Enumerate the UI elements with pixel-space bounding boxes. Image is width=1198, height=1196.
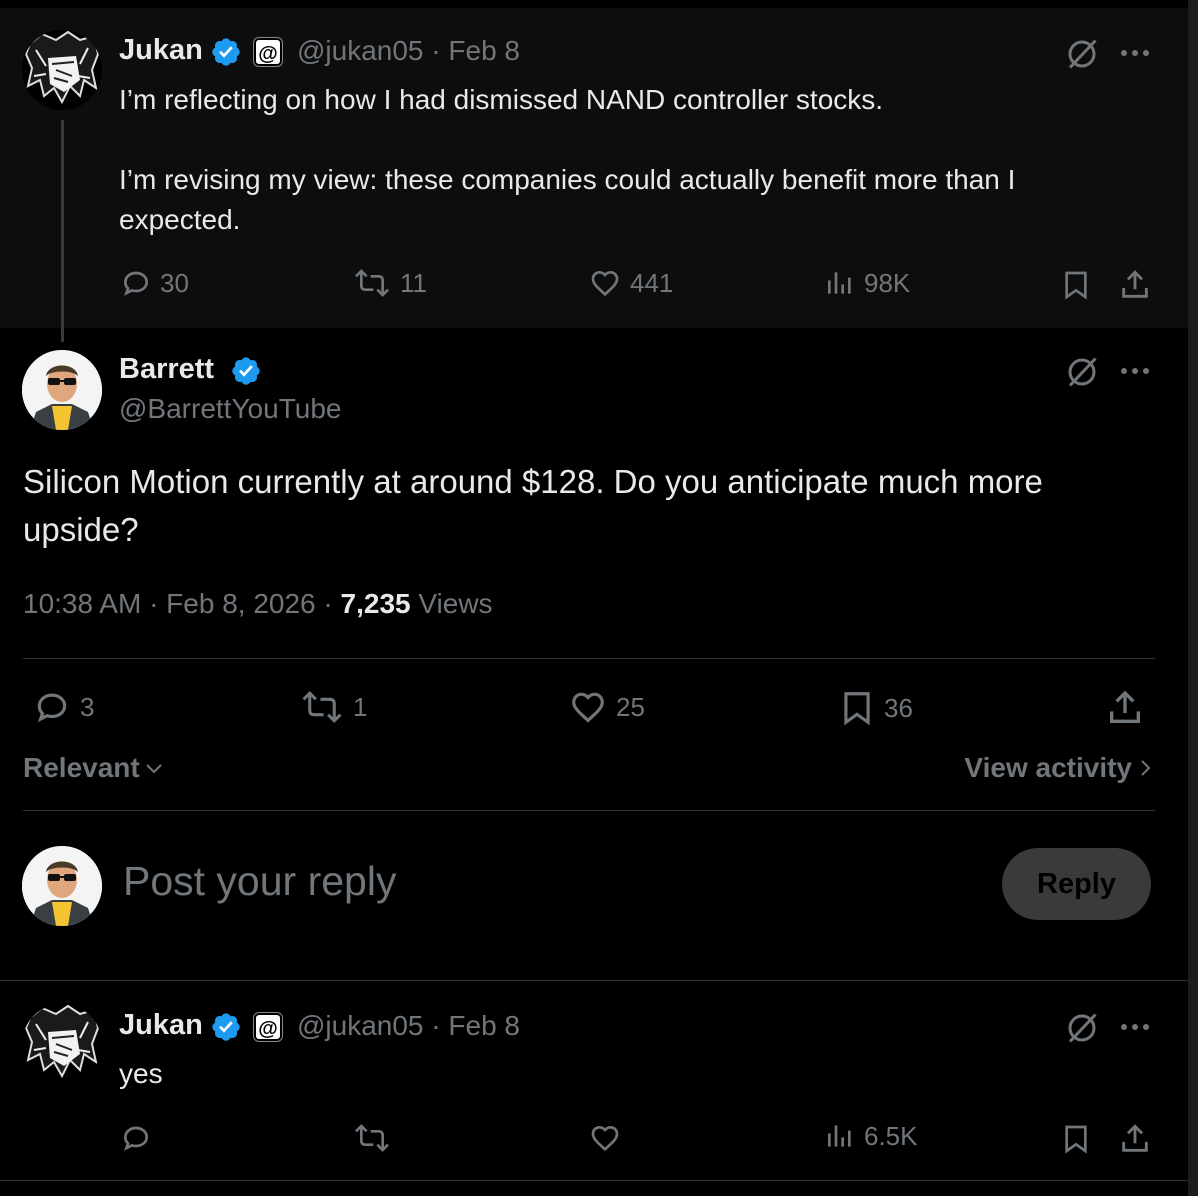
handle[interactable]: @BarrettYouTube [119,393,341,425]
views-icon [828,272,851,294]
tweet-metadata: 10:38 AM · Feb 8, 2026 · 7,235 Views [23,588,493,620]
scrollbar-track[interactable] [1188,0,1198,1196]
divider [23,810,1155,811]
like-icon[interactable] [588,1122,622,1154]
sort-label: Relevant [23,752,140,783]
reply-input[interactable]: Post your reply [123,858,396,905]
repost-icon [302,691,342,723]
like-icon [591,270,619,297]
repost-count: 11 [400,267,427,298]
reply-icon [37,693,67,723]
chevron-down-icon [146,764,162,774]
reply-icon[interactable] [120,1122,152,1154]
author-name[interactable]: Barrett [119,353,214,386]
handle-and-date[interactable]: @jukan05 · Feb 8 [297,1010,520,1042]
view-activity-label: View activity [964,752,1132,783]
avatar[interactable] [22,1004,102,1084]
like-count: 441 [630,267,674,298]
bookmark-icon[interactable] [1060,268,1092,302]
tweet-text: yes [119,1058,163,1089]
like-icon [572,692,604,723]
verified-badge-icon[interactable] [230,355,262,387]
thread-connector [61,120,64,342]
repost-button[interactable]: 11 [352,267,427,299]
like-button[interactable]: 25 [568,688,645,726]
more-icon[interactable] [1118,1020,1152,1034]
tweet-text: Silicon Motion currently at around $128.… [23,463,1043,548]
avatar[interactable] [22,30,102,110]
grok-icon[interactable] [1064,354,1100,390]
views-label: Views [410,588,493,619]
views-count: 7,235 [340,588,411,619]
author-name[interactable]: Jukan [119,1009,203,1042]
views-count: 6.5K [864,1120,918,1151]
reply-count: 3 [80,691,95,722]
affiliate-badge-icon[interactable]: @ [254,38,282,66]
bookmark-count: 36 [884,692,913,723]
bookmark-icon[interactable] [1060,1122,1092,1156]
verified-badge-icon[interactable] [210,36,242,68]
reply-button[interactable]: 30 [120,267,189,299]
more-icon[interactable] [1118,46,1152,60]
repost-count: 1 [353,691,368,722]
divider [0,1180,1188,1181]
reply-count: 30 [160,267,189,298]
repost-icon [355,269,389,297]
more-icon[interactable] [1118,364,1152,378]
views-icon [828,1125,851,1147]
views-button[interactable]: 98K [824,267,910,299]
verified-badge-icon[interactable] [210,1011,242,1043]
chevron-right-icon [1141,760,1151,776]
author-name[interactable]: Jukan [119,34,203,67]
avatar[interactable] [22,350,102,430]
reply-button[interactable]: 3 [32,688,94,726]
divider [0,980,1188,981]
like-count: 25 [616,691,645,722]
affiliate-badge-icon[interactable]: @ [254,1013,282,1041]
reply-button[interactable]: Reply [1002,848,1151,920]
share-icon[interactable] [1118,1122,1152,1156]
bookmark-icon [844,692,870,726]
handle-and-date[interactable]: @jukan05 · Feb 8 [297,35,520,67]
view-activity-link[interactable]: View activity [964,752,1152,784]
share-icon[interactable] [1105,688,1145,728]
thread-view: Jukan @ @jukan05 · Feb 8 I’m reflecting … [0,0,1198,1196]
reply-icon [123,271,149,296]
timestamp[interactable]: 10:38 AM · Feb 8, 2026 · [23,588,341,619]
divider [23,658,1155,659]
tweet-text-line-2: I’m revising my view: these companies co… [119,164,1016,235]
grok-icon[interactable] [1064,36,1100,72]
grok-icon[interactable] [1064,1010,1100,1046]
share-icon[interactable] [1118,268,1152,302]
like-button[interactable]: 441 [588,267,673,299]
sort-dropdown[interactable]: Relevant [23,752,164,784]
bookmark-button[interactable]: 36 [838,688,913,728]
views-count: 98K [864,267,911,298]
tweet-text-line-1: I’m reflecting on how I had dismissed NA… [119,84,884,115]
composer-avatar[interactable] [22,846,102,926]
repost-icon[interactable] [352,1122,392,1154]
repost-button[interactable]: 1 [299,688,367,726]
views-button[interactable]: 6.5K [824,1120,918,1152]
